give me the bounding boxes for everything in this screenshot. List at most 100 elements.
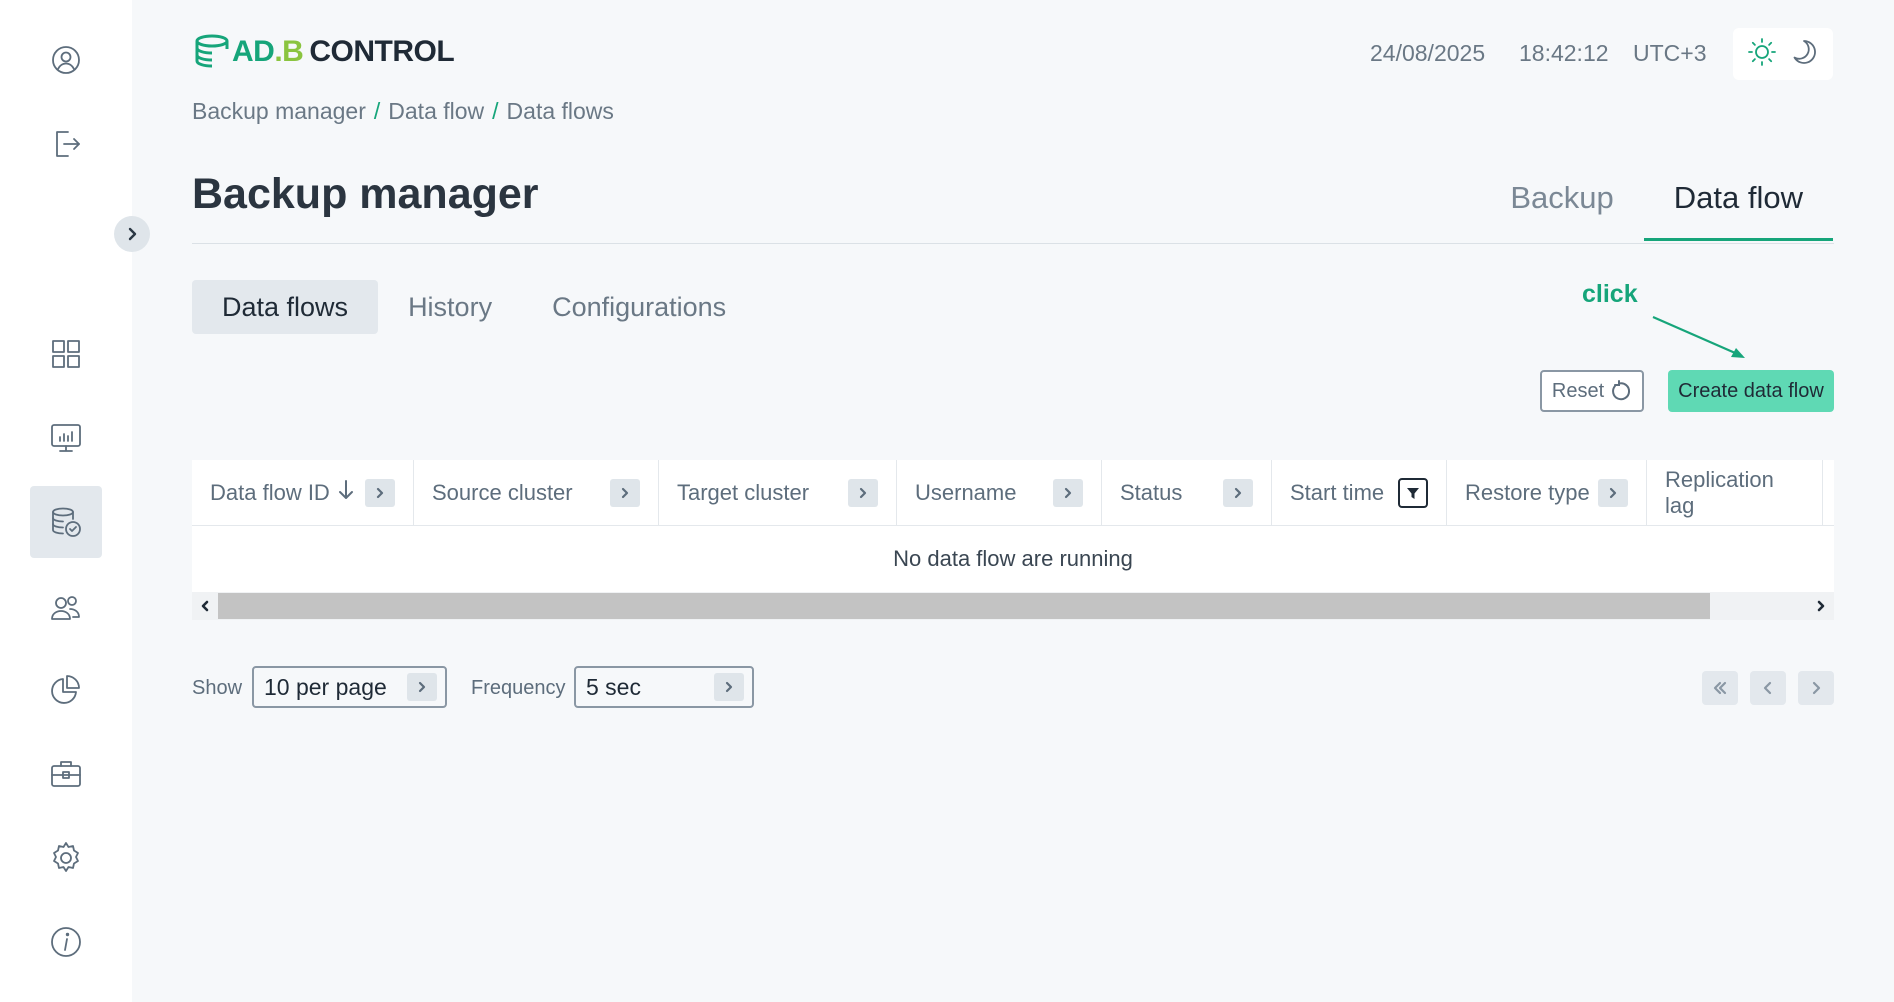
chevron-right-icon <box>1064 487 1072 498</box>
subtab-history[interactable]: History <box>378 280 522 334</box>
sun-icon <box>1748 37 1776 66</box>
logo-ad: AD <box>232 35 275 68</box>
sidebar-item-settings[interactable] <box>30 822 102 894</box>
chevron-right-icon <box>725 681 733 693</box>
dashboard-grid-icon <box>52 340 80 368</box>
chevron-right-icon <box>859 487 867 498</box>
chevron-right-icon <box>376 487 384 498</box>
logo-database-icon <box>195 34 229 68</box>
profile-button[interactable] <box>30 24 102 96</box>
logo-text: AD .B CONTROL <box>232 35 455 69</box>
sort-desc-icon <box>336 479 356 507</box>
column-replication-lag[interactable]: Replication lag <box>1647 460 1823 525</box>
column-label: Target cluster <box>677 479 810 505</box>
reset-button[interactable]: Reset <box>1540 370 1644 412</box>
chevron-right-icon <box>621 487 629 498</box>
monitoring-chart-icon <box>51 424 81 452</box>
annotation-arrow-icon <box>1652 315 1745 358</box>
table-header: Data flow ID Source cluster Target clust… <box>192 460 1834 526</box>
subtab-data-flows[interactable]: Data flows <box>192 280 379 334</box>
sidebar-item-dashboard[interactable] <box>30 318 102 390</box>
column-status[interactable]: Status <box>1102 460 1272 525</box>
column-menu-button[interactable] <box>610 478 640 507</box>
users-icon <box>51 596 80 620</box>
column-username[interactable]: Username <box>897 460 1102 525</box>
column-label: Source cluster <box>432 479 573 505</box>
column-menu-button[interactable] <box>365 478 395 507</box>
create-data-flow-button[interactable]: Create data flow <box>1668 370 1834 412</box>
column-label: Restore type <box>1465 479 1590 505</box>
chevron-right-icon <box>1812 681 1821 695</box>
breadcrumb-separator: / <box>373 98 381 124</box>
briefcase-icon <box>51 761 81 787</box>
chevron-left-icon <box>201 600 209 612</box>
logo-b: .B <box>274 35 304 68</box>
select-chevron <box>407 673 437 701</box>
show-label: Show <box>192 677 243 699</box>
next-page-button[interactable] <box>1798 671 1834 705</box>
column-menu-button[interactable] <box>1598 478 1628 507</box>
pie-chart-icon <box>51 675 80 704</box>
info-icon <box>51 927 81 957</box>
chevron-right-icon <box>418 681 426 693</box>
logout-icon <box>56 131 80 157</box>
breadcrumb-item-backup-manager[interactable]: Backup manager <box>192 98 366 125</box>
column-label: Status <box>1120 479 1183 505</box>
tab-data-flow[interactable]: Data flow <box>1643 170 1833 241</box>
page-size-select[interactable]: 10 per page <box>252 666 447 708</box>
chevron-right-icon <box>1609 487 1617 498</box>
select-chevron <box>714 673 744 701</box>
annotation-click-label: click <box>1582 280 1638 308</box>
frequency-select[interactable]: 5 sec <box>574 666 754 708</box>
logout-button[interactable] <box>30 108 102 180</box>
breadcrumb-item-data-flow[interactable]: Data flow <box>388 98 484 125</box>
app-logo[interactable]: AD .B CONTROL <box>192 30 455 74</box>
sidebar-item-users[interactable] <box>30 572 102 644</box>
chevrons-left-icon <box>1713 681 1727 695</box>
theme-switch <box>1733 28 1833 80</box>
column-menu-button[interactable] <box>1053 478 1083 507</box>
user-circle-icon <box>52 46 80 74</box>
moon-icon <box>1793 39 1816 64</box>
column-menu-button[interactable] <box>1223 478 1253 507</box>
scroll-left-button[interactable] <box>192 592 218 620</box>
first-page-button[interactable] <box>1702 671 1738 705</box>
data-flows-table: Data flow ID Source cluster Target clust… <box>192 460 1834 620</box>
column-filter-button[interactable] <box>1398 477 1428 508</box>
table-empty-message: No data flow are running <box>893 546 1133 571</box>
column-label: Start time <box>1290 479 1385 505</box>
scrollbar-thumb[interactable] <box>218 593 1710 619</box>
sidebar-item-monitoring[interactable] <box>30 402 102 474</box>
filter-icon <box>1407 487 1419 499</box>
chevron-right-icon <box>128 227 137 241</box>
horizontal-scrollbar[interactable] <box>192 592 1834 620</box>
reset-button-label: Reset <box>1551 379 1605 402</box>
column-start-time[interactable]: Start time <box>1272 460 1447 525</box>
sidebar-item-reports[interactable] <box>30 654 102 726</box>
top-tabs: Backup Data flow <box>1480 170 1833 241</box>
scroll-right-button[interactable] <box>1808 592 1834 620</box>
sidebar-item-info[interactable] <box>30 906 102 978</box>
chevron-left-icon <box>1763 681 1772 695</box>
tab-backup[interactable]: Backup <box>1480 170 1643 241</box>
timezone: UTC+3 <box>1633 40 1707 66</box>
column-menu-button[interactable] <box>848 478 878 507</box>
sidebar-expand-button[interactable] <box>114 216 150 252</box>
column-data-flow-id[interactable]: Data flow ID <box>192 460 414 525</box>
previous-page-button[interactable] <box>1750 671 1786 705</box>
dark-theme-button[interactable] <box>1789 37 1819 72</box>
sub-tabs: Data flows History Configurations <box>192 280 756 334</box>
light-theme-button[interactable] <box>1747 37 1777 72</box>
column-restore-type[interactable]: Restore type <box>1447 460 1647 525</box>
column-target-cluster[interactable]: Target cluster <box>659 460 897 525</box>
frequency-label: Frequency <box>471 677 566 699</box>
sidebar-item-backup-manager[interactable] <box>30 486 102 558</box>
column-source-cluster[interactable]: Source cluster <box>414 460 659 525</box>
tabs-divider <box>192 243 1834 244</box>
sidebar-item-tools[interactable] <box>30 738 102 810</box>
breadcrumb-item-data-flows: Data flows <box>506 98 614 124</box>
chevron-right-icon <box>1817 600 1825 612</box>
refresh-icon <box>1612 380 1631 401</box>
subtab-configurations[interactable]: Configurations <box>522 280 756 334</box>
gear-icon <box>53 842 79 872</box>
